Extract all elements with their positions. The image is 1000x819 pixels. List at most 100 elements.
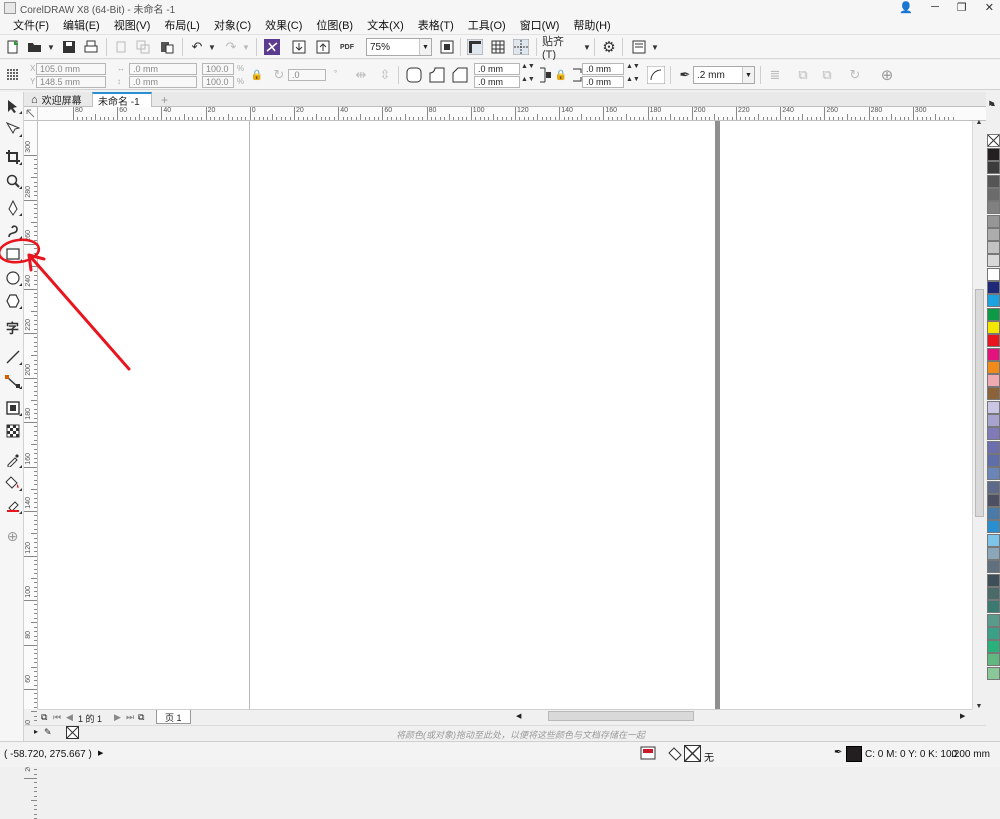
restore-button[interactable]: ❐ — [957, 1, 967, 14]
palette-swatch[interactable] — [987, 161, 1000, 175]
page-tab-1[interactable]: 页 1 — [156, 710, 191, 724]
palette-swatch[interactable] — [987, 493, 1000, 507]
drawing-canvas[interactable] — [38, 121, 972, 709]
scroll-left-arrow-icon[interactable]: ◀ — [516, 712, 521, 720]
status-expand-arrow-icon[interactable]: ▶ — [98, 749, 103, 757]
color-eyedropper-tool-icon[interactable] — [4, 451, 22, 468]
palette-swatch[interactable] — [987, 666, 1000, 680]
palette-swatch[interactable] — [987, 573, 1000, 587]
palette-swatch[interactable] — [987, 640, 1000, 654]
drop-shadow-tool-icon[interactable] — [4, 399, 22, 416]
menu-file[interactable]: 文件(F) — [6, 17, 56, 33]
palette-swatch[interactable] — [987, 227, 1000, 241]
lock-ratio-icon[interactable]: 🔒 — [248, 66, 266, 84]
palette-expand-icon[interactable]: ▸ — [34, 727, 38, 736]
scroll-down-arrow-icon[interactable]: ▼ — [971, 697, 987, 715]
zoom-tool-icon[interactable] — [4, 172, 22, 189]
add-page-icon[interactable]: ⧉ — [138, 712, 144, 723]
object-height-field[interactable]: .0 mm — [129, 76, 197, 88]
transparency-tool-icon[interactable] — [4, 422, 21, 439]
scalloped-corner-icon[interactable] — [428, 66, 446, 84]
text-wrap-icon[interactable]: ≣ — [766, 66, 784, 84]
export-icon[interactable] — [314, 38, 332, 56]
pick-tool-icon[interactable] — [4, 97, 22, 114]
launcher-dropdown-arrow-icon[interactable]: ▼ — [646, 38, 664, 56]
palette-swatch[interactable] — [987, 440, 1000, 454]
print-icon[interactable] — [82, 38, 100, 56]
open-dropdown-arrow-icon[interactable]: ▼ — [42, 38, 60, 56]
account-icon[interactable]: 👤 — [899, 1, 913, 14]
palette-swatch[interactable] — [987, 533, 1000, 547]
last-page-icon[interactable]: ⏭ — [126, 712, 134, 723]
palette-swatch[interactable] — [987, 586, 1000, 600]
corner-radius-top-right-field[interactable]: .0 mm — [582, 63, 624, 75]
parallel-dimension-tool-icon[interactable] — [4, 348, 22, 365]
horizontal-scrollbar-thumb[interactable] — [548, 711, 694, 721]
palette-swatch[interactable] — [987, 467, 1000, 481]
text-tool-icon[interactable]: 字 — [4, 319, 21, 336]
eyedropper-mini-icon[interactable]: ✎ — [44, 727, 52, 738]
to-front-icon[interactable]: ⧉ — [794, 66, 812, 84]
smart-fill-tool-icon[interactable] — [4, 497, 22, 514]
show-guidelines-icon[interactable] — [512, 38, 530, 56]
rectangle-tool-icon[interactable] — [4, 245, 22, 262]
menu-object[interactable]: 对象(C) — [207, 17, 258, 33]
search-content-icon[interactable] — [263, 38, 281, 56]
cut-icon[interactable] — [112, 38, 130, 56]
vertical-ruler[interactable]: 300 280 260 240 220 200 180 160 140 120 100 80 60 40 2… — [24, 121, 38, 819]
menu-layout[interactable]: 布局(L) — [157, 17, 206, 33]
vertical-scrollbar[interactable]: ▲ ▼ — [972, 119, 986, 710]
palette-swatch[interactable] — [987, 174, 1000, 188]
y-position-field[interactable]: 148.5 mm — [36, 76, 106, 88]
palette-swatch[interactable] — [987, 360, 1000, 374]
paste-icon[interactable] — [158, 38, 176, 56]
palette-swatch[interactable] — [987, 400, 1000, 414]
palette-swatch[interactable] — [987, 241, 1000, 255]
save-icon[interactable] — [60, 38, 78, 56]
new-document-icon[interactable] — [4, 38, 22, 56]
zoom-level-combo[interactable]: 75% ▼ — [366, 38, 432, 56]
palette-swatch[interactable] — [987, 547, 1000, 560]
menu-table[interactable]: 表格(T) — [411, 17, 461, 33]
tab-welcome-screen[interactable]: ⌂ 欢迎屏幕 — [26, 92, 87, 108]
palette-swatch[interactable] — [987, 347, 1000, 361]
scroll-right-arrow-icon[interactable]: ▶ — [960, 712, 965, 720]
corner-1-spin-icon[interactable]: ▲▼ — [521, 63, 535, 70]
options-gear-icon[interactable]: ⚙ — [600, 38, 618, 56]
connector-tool-icon[interactable] — [4, 372, 22, 389]
palette-swatch[interactable] — [987, 453, 1000, 467]
import-icon[interactable] — [290, 38, 308, 56]
show-rulers-icon[interactable] — [466, 38, 484, 56]
horizontal-ruler[interactable]: 80 60 40 20 0 20 40 60 80 100 120 140 160 180 200 220 24… — [38, 107, 986, 121]
palette-swatch[interactable] — [987, 320, 1000, 334]
convert-to-curves-icon[interactable]: ↻ — [846, 66, 864, 84]
fill-none-swatch[interactable] — [683, 744, 702, 765]
palette-swatch[interactable] — [987, 267, 1000, 281]
scale-height-field[interactable]: 100.0 — [202, 76, 234, 88]
object-width-field[interactable]: .0 mm — [129, 63, 197, 75]
palette-swatch[interactable] — [987, 281, 1000, 294]
palette-swatch[interactable] — [987, 387, 1000, 401]
tab-untitled-1[interactable]: 未命名 -1 — [92, 92, 152, 108]
add-property-icon[interactable]: ⊕ — [878, 66, 896, 84]
new-tab-button[interactable]: + — [156, 92, 173, 107]
snap-to-button[interactable]: 贴齐(T) — [542, 36, 578, 61]
menu-effects[interactable]: 效果(C) — [258, 17, 309, 33]
scroll-up-arrow-icon[interactable]: ▲ — [971, 113, 987, 131]
undo-dropdown-arrow-icon[interactable]: ▼ — [203, 38, 221, 56]
palette-swatch[interactable] — [987, 307, 1000, 321]
palette-swatch[interactable] — [987, 560, 1000, 574]
palette-swatch[interactable] — [987, 148, 1000, 161]
freehand-tool-icon[interactable] — [4, 199, 22, 216]
menu-edit[interactable]: 编辑(E) — [56, 17, 107, 33]
ellipse-tool-icon[interactable] — [4, 269, 22, 286]
palette-swatch[interactable] — [987, 201, 1000, 215]
first-page-icon[interactable]: ⏮ — [53, 712, 61, 723]
crop-tool-icon[interactable] — [4, 148, 22, 165]
full-screen-preview-icon[interactable] — [438, 38, 456, 56]
outline-width-combo[interactable]: .2 mm ▼ — [693, 66, 755, 84]
x-position-field[interactable]: 105.0 mm — [36, 63, 106, 75]
palette-swatch[interactable] — [987, 187, 1000, 201]
mirror-vertical-icon[interactable]: ⇳ — [376, 66, 394, 84]
palette-swatch[interactable] — [987, 600, 1000, 614]
